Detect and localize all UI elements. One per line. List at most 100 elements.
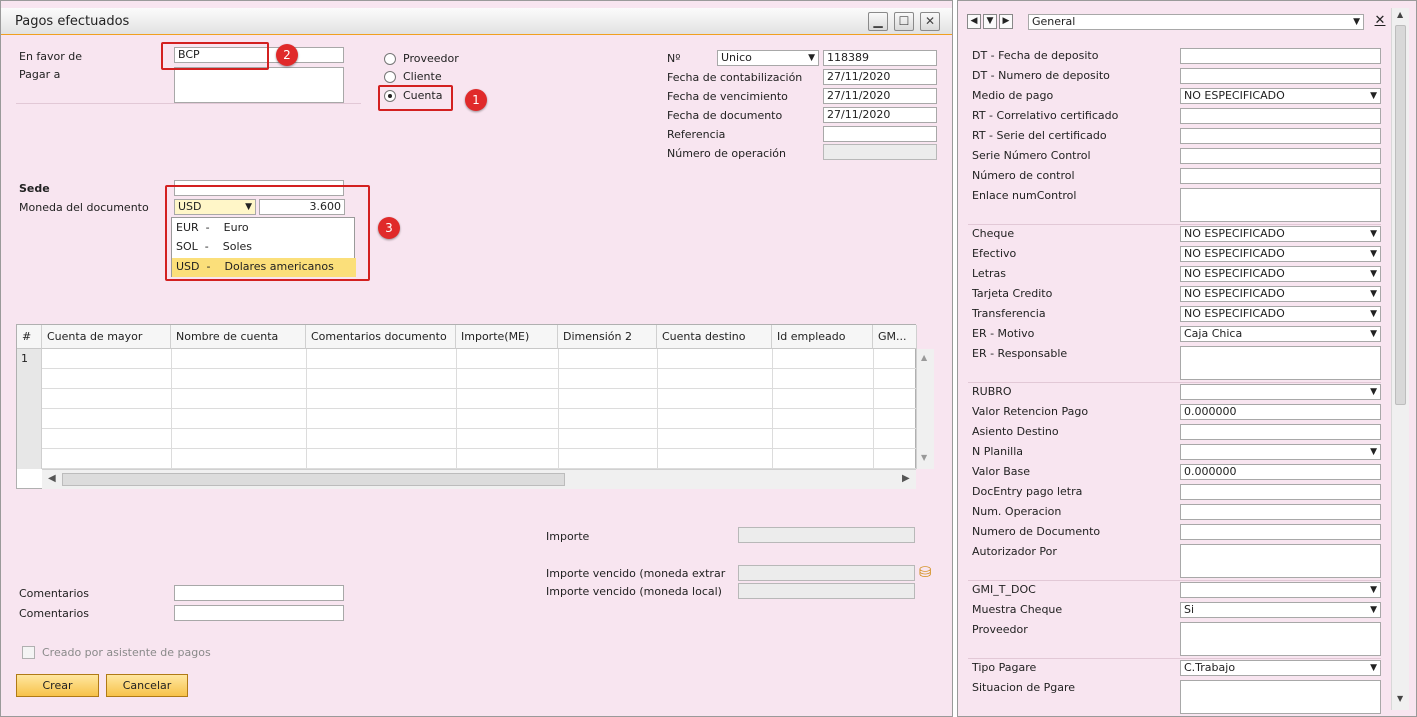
field-label: Tipo Pagare <box>972 661 1037 674</box>
field-input[interactable] <box>1180 622 1381 656</box>
field-select[interactable]: Caja Chica ▼ <box>1180 326 1381 342</box>
scrollbar-thumb[interactable] <box>62 473 565 486</box>
table-row[interactable] <box>17 409 917 429</box>
pagar-a-input[interactable] <box>174 67 344 103</box>
panel-category-select[interactable]: General ▼ <box>1028 14 1364 30</box>
col-header-dimension[interactable]: Dimensión 2 <box>558 325 657 349</box>
panel-close-icon[interactable]: ✕ <box>1372 13 1388 30</box>
col-header-gm[interactable]: GM... <box>873 325 917 349</box>
col-header-id-empleado[interactable]: Id empleado <box>772 325 873 349</box>
field-label: Situacion de Pgare <box>972 681 1076 694</box>
grid-horizontal-scrollbar[interactable]: ◀ ▶ <box>42 469 916 489</box>
field-input[interactable] <box>1180 148 1381 164</box>
field-input[interactable]: 0.000000 <box>1180 464 1381 480</box>
field-input[interactable] <box>1180 48 1381 64</box>
field-input[interactable] <box>1180 168 1381 184</box>
field-input[interactable] <box>1180 108 1381 124</box>
crear-button[interactable]: Crear <box>16 674 99 697</box>
field-select[interactable]: NO ESPECIFICADO ▼ <box>1180 306 1381 322</box>
field-value: C.Trabajo <box>1184 661 1236 674</box>
field-select[interactable]: ▼ <box>1180 444 1381 460</box>
series-select[interactable]: Unico ▼ <box>717 50 819 66</box>
field-select[interactable]: NO ESPECIFICADO ▼ <box>1180 246 1381 262</box>
field-label: ER - Motivo <box>972 327 1035 340</box>
field-input[interactable]: 0.000000 <box>1180 404 1381 420</box>
field-label: RUBRO <box>972 385 1012 398</box>
col-header-comentarios[interactable]: Comentarios documento <box>306 325 456 349</box>
annotation-box-1 <box>378 85 453 111</box>
minimize-button[interactable]: ▁ <box>868 12 888 31</box>
field-select[interactable]: C.Trabajo ▼ <box>1180 660 1381 676</box>
table-row[interactable] <box>17 429 917 449</box>
maximize-button[interactable]: ☐ <box>894 12 914 31</box>
panel-vertical-scrollbar[interactable]: ▲ ▼ <box>1391 8 1409 710</box>
scroll-right-icon[interactable]: ▶ <box>902 473 910 484</box>
comentarios-input-1[interactable] <box>174 585 344 601</box>
scroll-down-icon[interactable]: ▼ <box>1397 694 1403 703</box>
field-select[interactable]: ▼ <box>1180 384 1381 400</box>
annotation-badge-3: 3 <box>378 217 400 239</box>
col-header-nombre-cuenta[interactable]: Nombre de cuenta <box>171 325 306 349</box>
chevron-down-icon: ▼ <box>1370 249 1377 259</box>
field-value: Caja Chica <box>1184 327 1243 340</box>
field-select[interactable]: NO ESPECIFICADO ▼ <box>1180 286 1381 302</box>
nro-input[interactable]: 118389 <box>823 50 937 66</box>
table-row[interactable] <box>17 449 917 469</box>
grid-vertical-scrollbar[interactable]: ▲ ▼ <box>916 349 934 469</box>
field-label: RT - Correlativo certificado <box>972 109 1119 122</box>
table-row[interactable] <box>17 369 917 389</box>
field-select[interactable]: NO ESPECIFICADO ▼ <box>1180 226 1381 242</box>
creado-asistente-label: Creado por asistente de pagos <box>42 646 211 659</box>
dropdown-arrow-icon[interactable]: ▼ <box>983 14 997 29</box>
scrollbar-thumb[interactable] <box>1395 25 1406 405</box>
col-header-cuenta-destino[interactable]: Cuenta destino <box>657 325 772 349</box>
field-input[interactable] <box>1180 68 1381 84</box>
creado-asistente-checkbox[interactable] <box>22 646 35 659</box>
field-value: 0.000000 <box>1184 465 1237 478</box>
field-label: Transferencia <box>972 307 1046 320</box>
fecha-doc-input[interactable]: 27/11/2020 <box>823 107 937 123</box>
field-select[interactable]: NO ESPECIFICADO ▼ <box>1180 88 1381 104</box>
field-select[interactable]: Si ▼ <box>1180 602 1381 618</box>
field-input[interactable] <box>1180 504 1381 520</box>
field-input[interactable] <box>1180 424 1381 440</box>
field-select[interactable]: NO ESPECIFICADO ▼ <box>1180 266 1381 282</box>
num-operacion-label: Número de operación <box>667 147 786 160</box>
field-value: NO ESPECIFICADO <box>1184 287 1285 300</box>
field-input[interactable] <box>1180 346 1381 380</box>
table-row[interactable]: 1 <box>17 349 917 369</box>
table-row[interactable] <box>17 389 917 409</box>
field-input[interactable] <box>1180 188 1381 222</box>
scroll-up-icon[interactable]: ▲ <box>1397 10 1403 19</box>
cancelar-button[interactable]: Cancelar <box>106 674 188 697</box>
field-value: 0.000000 <box>1184 405 1237 418</box>
col-header-importe-me[interactable]: Importe(ME) <box>456 325 558 349</box>
field-label: Número de control <box>972 169 1075 182</box>
fecha-venc-input[interactable]: 27/11/2020 <box>823 88 937 104</box>
field-input[interactable] <box>1180 524 1381 540</box>
radio-proveedor[interactable] <box>384 53 396 65</box>
prev-arrow-icon[interactable]: ◀ <box>967 14 981 29</box>
scroll-down-icon[interactable]: ▼ <box>921 453 927 462</box>
col-header-num[interactable]: # <box>17 325 42 349</box>
close-button[interactable]: ✕ <box>920 12 940 31</box>
field-input[interactable] <box>1180 484 1381 500</box>
field-label: Serie Número Control <box>972 149 1091 162</box>
coins-icon[interactable]: ⛁ <box>919 563 932 581</box>
field-label: Proveedor <box>972 623 1028 636</box>
field-input[interactable] <box>1180 544 1381 578</box>
field-input[interactable] <box>1180 680 1381 714</box>
field-label: GMI_T_DOC <box>972 583 1036 596</box>
referencia-input[interactable] <box>823 126 937 142</box>
field-input[interactable] <box>1180 128 1381 144</box>
radio-cliente[interactable] <box>384 71 396 83</box>
scroll-up-icon[interactable]: ▲ <box>921 353 927 362</box>
field-select[interactable]: ▼ <box>1180 582 1381 598</box>
importe-vencido-extr-label: Importe vencido (moneda extrar <box>546 567 726 580</box>
fecha-contab-input[interactable]: 27/11/2020 <box>823 69 937 85</box>
col-header-cuenta-mayor[interactable]: Cuenta de mayor <box>42 325 171 349</box>
next-arrow-icon[interactable]: ▶ <box>999 14 1013 29</box>
field-label: Enlace numControl <box>972 189 1077 202</box>
scroll-left-icon[interactable]: ◀ <box>48 473 56 484</box>
comentarios-input-2[interactable] <box>174 605 344 621</box>
